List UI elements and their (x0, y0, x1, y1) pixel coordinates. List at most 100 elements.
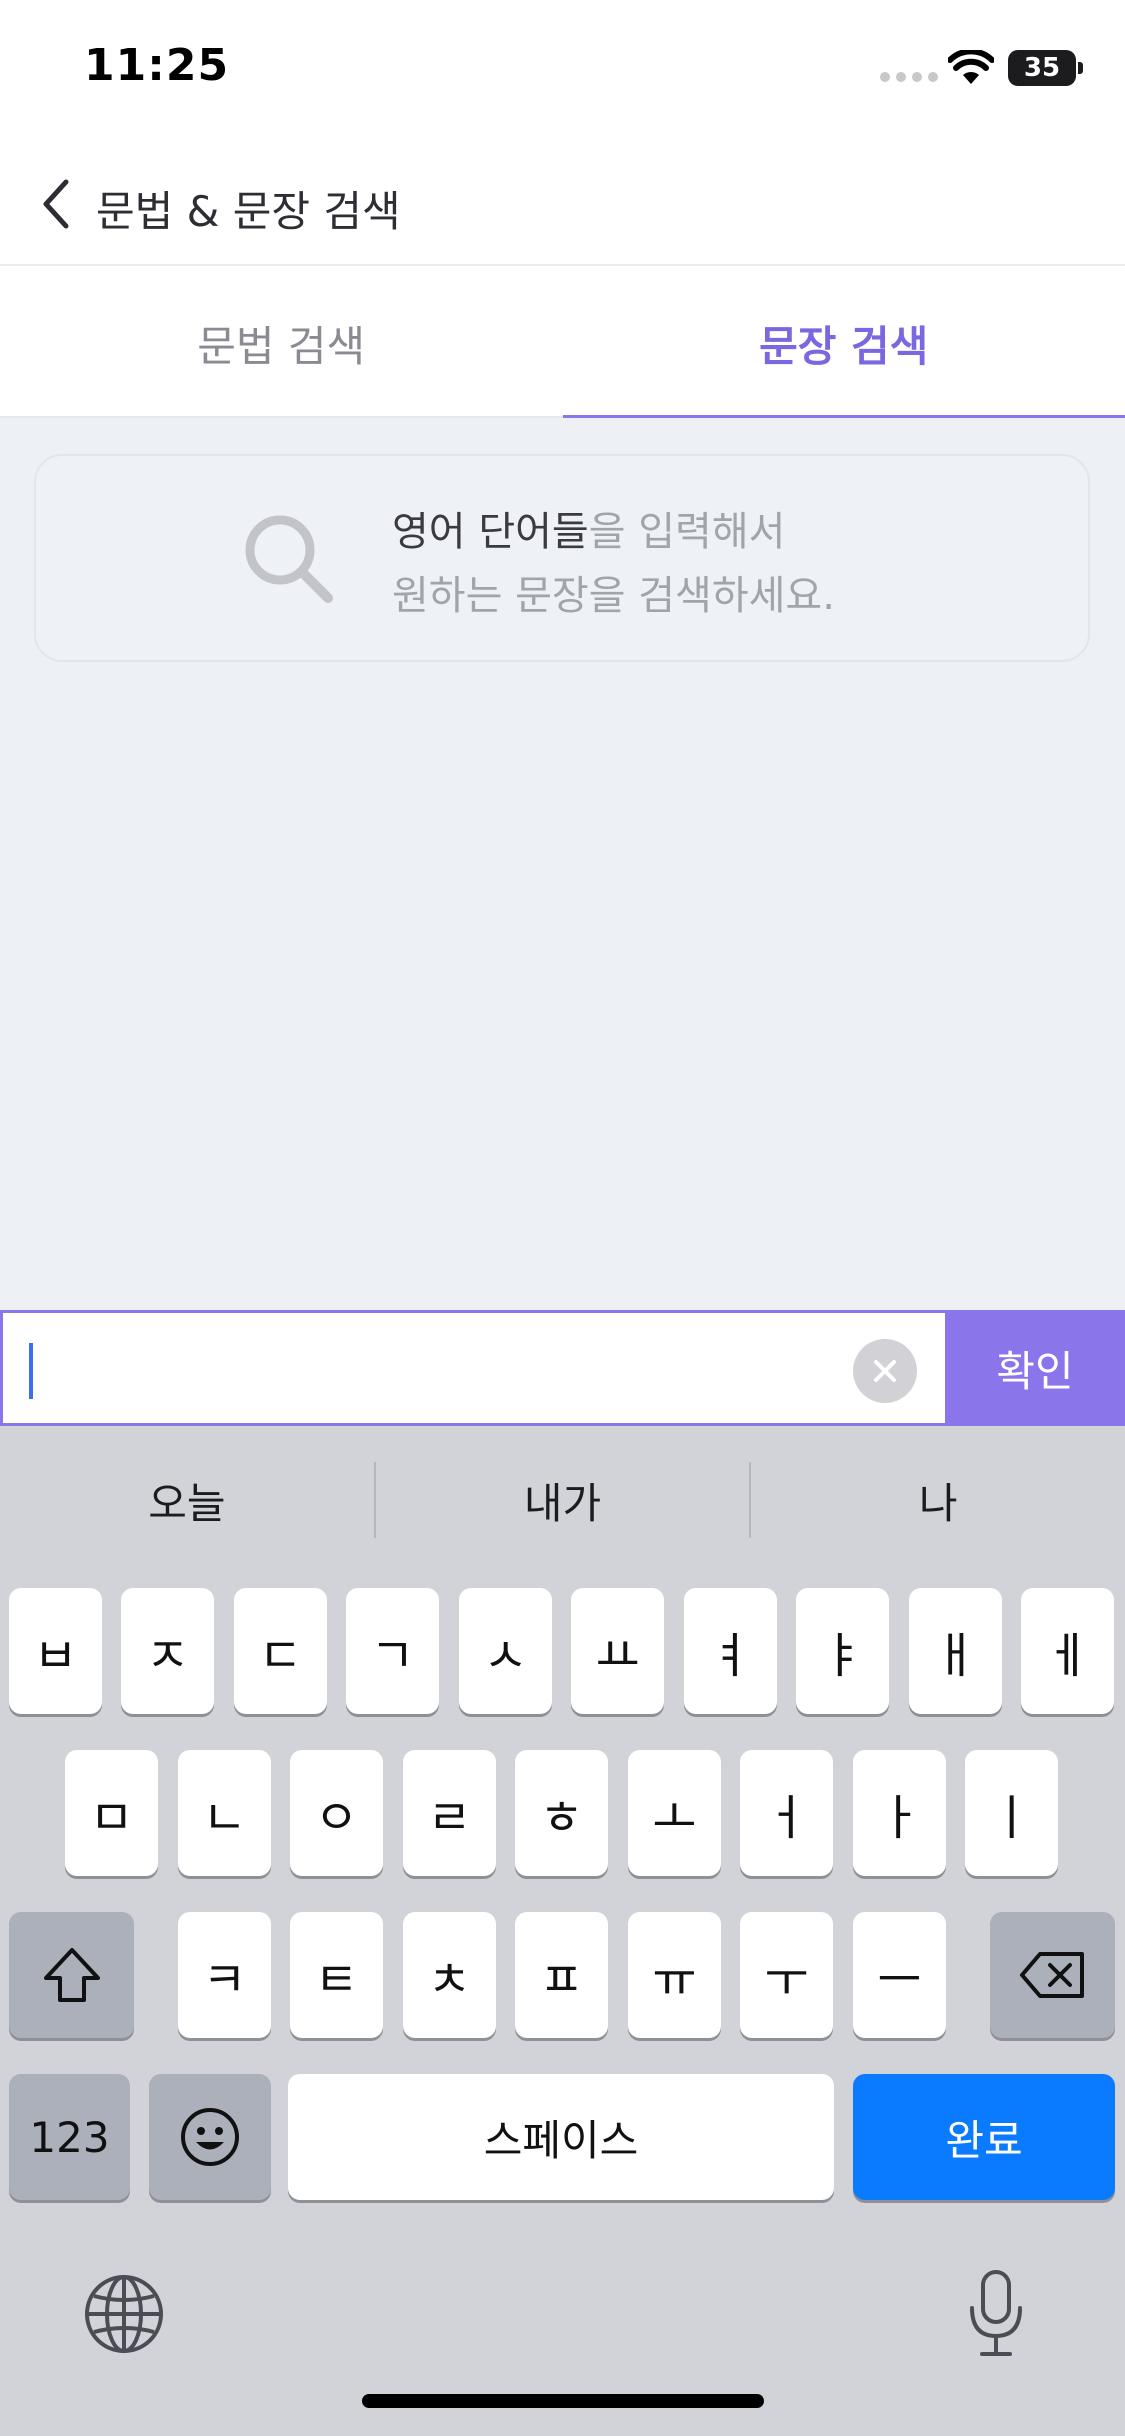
key-label: ㅋ (202, 1952, 247, 2008)
key-label: ㄱ (370, 1628, 415, 1684)
key-label: ㅇ (314, 1790, 359, 1846)
key-eo[interactable]: ㅓ (740, 1750, 833, 1876)
key-label: ㅎ (539, 1790, 584, 1846)
key-label: ㄴ (202, 1790, 247, 1846)
key-label: ㅛ (595, 1628, 640, 1684)
key-bieup[interactable]: ㅂ (9, 1588, 102, 1714)
key-ieung[interactable]: ㅇ (290, 1750, 383, 1876)
confirm-button[interactable]: 확인 (945, 1310, 1125, 1426)
shift-key[interactable] (9, 1912, 134, 2038)
key-label: ㅕ (708, 1628, 753, 1684)
nav-header: 문법 & 문장 검색 (0, 150, 1125, 266)
key-label: 스페이스 (483, 2115, 639, 2165)
back-chevron-icon[interactable] (36, 174, 76, 234)
key-siot[interactable]: ㅅ (459, 1588, 552, 1714)
status-time: 11:25 (84, 40, 230, 91)
cellular-signal-icon (880, 72, 938, 82)
key-chieut[interactable]: ㅊ (403, 1912, 496, 2038)
key-label: ㅈ (145, 1628, 190, 1684)
close-icon (874, 1360, 896, 1382)
suggestion-item[interactable]: 나 (751, 1470, 1125, 1531)
key-hieut[interactable]: ㅎ (515, 1750, 608, 1876)
key-yo[interactable]: ㅛ (571, 1588, 664, 1714)
key-label: ㅡ (877, 1952, 922, 2008)
key-label: ㅓ (764, 1790, 809, 1846)
key-yeo[interactable]: ㅕ (684, 1588, 777, 1714)
key-label: ㅅ (483, 1628, 528, 1684)
clear-button[interactable] (853, 1339, 917, 1403)
key-label: ㅔ (1045, 1628, 1090, 1684)
key-rieul[interactable]: ㄹ (403, 1750, 496, 1876)
suggestion-bar: 오늘 내가 나 (0, 1426, 1125, 1574)
key-a[interactable]: ㅏ (853, 1750, 946, 1876)
key-label: ㅌ (314, 1952, 359, 2008)
key-ae[interactable]: ㅐ (909, 1588, 1002, 1714)
microphone-icon[interactable] (966, 2268, 1026, 2360)
hint-line2: 원하는 문장을 검색하세요. (392, 573, 835, 619)
key-pieup[interactable]: ㅍ (515, 1912, 608, 2038)
status-bar: 11:25 35 (0, 0, 1125, 135)
hint-emphasis: 영어 단어들 (392, 509, 589, 555)
key-u[interactable]: ㅜ (740, 1912, 833, 2038)
shift-arrow-icon (43, 1948, 100, 2002)
suggestion-item[interactable]: 내가 (376, 1470, 750, 1531)
key-label: ㅐ (933, 1628, 978, 1684)
search-hint-text: 영어 단어들을 입력해서 원하는 문장을 검색하세요. (392, 500, 835, 628)
content-area: 영어 단어들을 입력해서 원하는 문장을 검색하세요. (0, 418, 1125, 1310)
key-label: ㅜ (764, 1952, 809, 2008)
key-nieun[interactable]: ㄴ (178, 1750, 271, 1876)
key-eu[interactable]: ㅡ (853, 1912, 946, 2038)
key-label: ㅊ (427, 1952, 472, 2008)
key-mieum[interactable]: ㅁ (65, 1750, 158, 1876)
key-ya[interactable]: ㅑ (796, 1588, 889, 1714)
backspace-key[interactable] (990, 1912, 1115, 2038)
globe-icon[interactable] (82, 2272, 166, 2356)
text-caret (29, 1343, 33, 1399)
wifi-icon (948, 50, 994, 84)
suggestion-item[interactable]: 오늘 (0, 1470, 374, 1531)
key-label: ㅁ (89, 1790, 134, 1846)
key-label: 완료 (945, 2115, 1023, 2165)
emoji-icon (181, 2108, 239, 2166)
key-label: ㅍ (539, 1952, 584, 2008)
key-label: ㄹ (427, 1790, 472, 1846)
key-yu[interactable]: ㅠ (628, 1912, 721, 2038)
key-label: 123 (29, 2112, 110, 2162)
done-key[interactable]: 완료 (853, 2074, 1115, 2200)
key-kieuk[interactable]: ㅋ (178, 1912, 271, 2038)
screen: 11:25 35 문법 & 문장 검색 문법 검색 문장 검색 영어 단어들을 … (0, 0, 1125, 2436)
tab-sentence-search[interactable]: 문장 검색 (562, 268, 1125, 420)
search-bar: 확인 (0, 1310, 1125, 1426)
key-label: ㅣ (989, 1790, 1034, 1846)
key-label: ㅑ (820, 1628, 865, 1684)
tab-label: 문장 검색 (759, 321, 929, 371)
emoji-key[interactable] (149, 2074, 271, 2200)
battery-icon: 35 (1008, 50, 1083, 86)
key-o[interactable]: ㅗ (628, 1750, 721, 1876)
search-icon (245, 515, 333, 603)
space-key[interactable]: 스페이스 (288, 2074, 834, 2200)
home-indicator (362, 2394, 764, 2408)
key-label: ㄷ (258, 1628, 303, 1684)
search-input[interactable] (0, 1310, 945, 1426)
tab-label: 문법 검색 (197, 321, 366, 371)
hint-line1: 을 입력해서 (588, 509, 786, 555)
key-giyeok[interactable]: ㄱ (346, 1588, 439, 1714)
battery-level: 35 (1023, 53, 1061, 83)
key-digeut[interactable]: ㄷ (234, 1588, 327, 1714)
keyboard: 오늘 내가 나 ㅂ ㅈ ㄷ ㄱ ㅅ ㅛ ㅕ ㅑ ㅐ ㅔ ㅁ ㄴ ㅇ ㄹ ㅎ ㅗ … (0, 1426, 1125, 2436)
key-tieut[interactable]: ㅌ (290, 1912, 383, 2038)
key-label: ㅏ (877, 1790, 922, 1846)
numbers-key[interactable]: 123 (9, 2074, 130, 2200)
backspace-icon (1019, 1952, 1084, 1998)
key-jieut[interactable]: ㅈ (121, 1588, 214, 1714)
key-label: ㅗ (652, 1790, 697, 1846)
key-i[interactable]: ㅣ (965, 1750, 1058, 1876)
tab-bar: 문법 검색 문장 검색 (0, 268, 1125, 420)
key-label: ㅠ (652, 1952, 697, 2008)
search-hint-card: 영어 단어들을 입력해서 원하는 문장을 검색하세요. (34, 454, 1090, 662)
key-e[interactable]: ㅔ (1021, 1588, 1114, 1714)
tab-grammar-search[interactable]: 문법 검색 (0, 268, 563, 418)
key-label: ㅂ (33, 1628, 78, 1684)
page-title: 문법 & 문장 검색 (96, 187, 401, 236)
